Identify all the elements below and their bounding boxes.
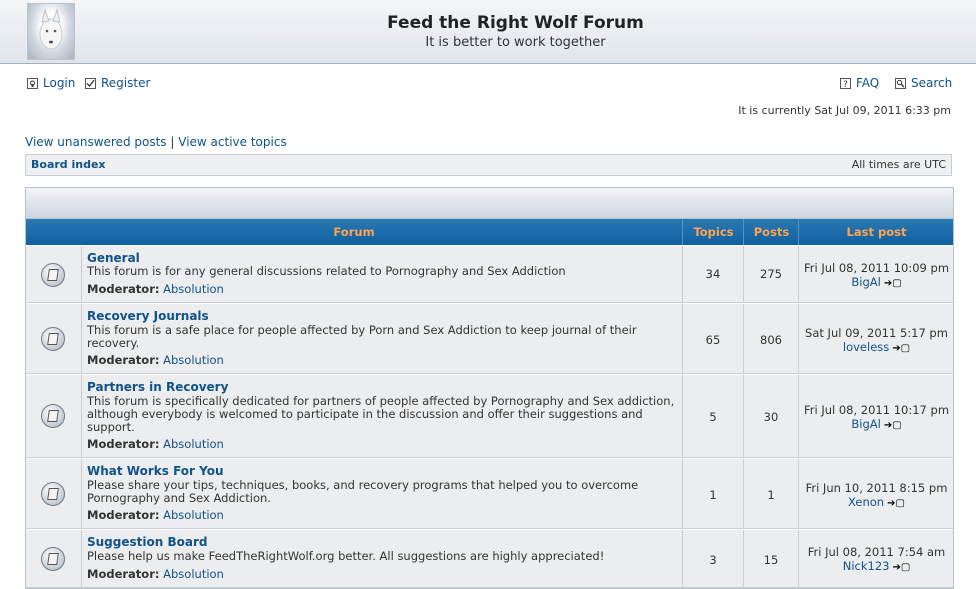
forum-title-link[interactable]: Partners in Recovery [87,380,228,394]
forum-description: Please help us make FeedTheRightWolf.org… [87,549,605,563]
current-time: It is currently Sat Jul 09, 2011 6:33 pm [738,104,951,117]
breadcrumb: Board index All times are UTC [25,154,952,176]
checkbox-icon [85,77,96,89]
board-index-link[interactable]: Board index [31,155,106,175]
forum-title-link[interactable]: What Works For You [87,464,224,478]
forum-read-icon [41,547,65,571]
last-post-user-link[interactable]: Nick123 [843,559,890,573]
topics-count: 3 [709,553,717,567]
forum-row: General This forum is for any general di… [26,245,953,303]
forum-read-icon [41,327,65,351]
last-post-date: Fri Jul 08, 2011 7:54 am [807,545,946,559]
forum-title-link[interactable]: Suggestion Board [87,535,207,549]
forum-read-icon [41,482,65,506]
posts-count: 1 [767,488,775,502]
topics-count: 1 [709,488,717,502]
login-link[interactable]: Login [27,76,75,90]
forum-title-link[interactable]: General [87,251,140,265]
col-posts-header: Posts [743,219,799,245]
view-links: View unanswered posts | View active topi… [25,135,287,149]
forum-read-icon [41,404,65,428]
register-link[interactable]: Register [85,76,150,90]
timezone-note: All times are UTC [851,158,946,171]
forum-moderator: Moderator: Absolution [87,282,224,296]
col-forum-header: Forum [333,225,375,239]
forum-title-link[interactable]: Recovery Journals [87,309,209,323]
table-header: Forum Topics Posts Last post [26,219,953,245]
site-title: Feed the Right Wolf Forum [387,13,644,33]
last-post-date: Fri Jun 10, 2011 8:15 pm [805,481,948,495]
table-caption-bar [26,188,953,219]
forum-row: Recovery Journals This forum is a safe p… [26,303,953,374]
posts-count: 15 [763,553,779,567]
help-icon: ? [840,77,851,89]
moderator-link[interactable]: Absolution [163,353,224,367]
moderator-label: Moderator: [87,567,160,581]
site-subtitle: It is better to work together [425,35,606,50]
forum-description: This forum is a safe place for people af… [87,323,637,350]
forum-moderator: Moderator: Absolution [87,437,224,451]
separator: | [170,135,175,149]
last-post-date: Sat Jul 09, 2011 5:17 pm [805,326,948,340]
goto-last-post-icon[interactable]: ➔▢ [884,420,902,431]
view-unanswered-link[interactable]: View unanswered posts [25,135,167,149]
topics-count: 34 [705,267,721,281]
moderator-link[interactable]: Absolution [163,508,224,522]
goto-last-post-icon[interactable]: ➔▢ [887,498,905,509]
topics-count: 5 [709,410,717,424]
last-post-user-link[interactable]: BigAl [851,417,880,431]
forum-description: Please share your tips, techniques, book… [87,478,639,505]
last-post-user-link[interactable]: loveless [843,340,889,354]
forum-moderator: Moderator: Absolution [87,508,224,522]
moderator-label: Moderator: [87,353,160,367]
lock-icon [27,77,38,89]
posts-count: 806 [760,333,782,347]
search-link[interactable]: Search [895,76,952,90]
posts-count: 30 [763,410,779,424]
last-post-date: Fri Jul 08, 2011 10:09 pm [803,261,950,275]
goto-last-post-icon[interactable]: ➔▢ [892,343,910,354]
forum-description: This forum is for any general discussion… [87,264,566,278]
search-label: Search [911,76,953,90]
forum-table: Forum Topics Posts Last post General Thi… [25,187,954,589]
col-lastpost-header: Last post [798,219,954,245]
moderator-link[interactable]: Absolution [163,437,224,451]
forum-moderator: Moderator: Absolution [87,353,224,367]
goto-last-post-icon[interactable]: ➔▢ [884,278,902,289]
moderator-label: Moderator: [87,282,160,296]
forum-description: This forum is specifically dedicated for… [87,394,675,434]
forum-row: Partners in Recovery This forum is speci… [26,374,953,458]
forum-read-icon [41,263,65,287]
forum-row: What Works For You Please share your tip… [26,458,953,529]
view-active-link[interactable]: View active topics [178,135,286,149]
search-icon [895,77,906,89]
moderator-label: Moderator: [87,437,160,451]
posts-count: 275 [760,267,782,281]
last-post-user-link[interactable]: Xenon [848,495,884,509]
register-label: Register [101,76,151,90]
col-topics-header: Topics [682,219,744,245]
topics-count: 65 [705,333,721,347]
faq-link[interactable]: ? FAQ [840,76,879,90]
faq-label: FAQ [856,76,880,90]
goto-last-post-icon[interactable]: ➔▢ [892,562,910,573]
login-label: Login [43,76,76,90]
last-post-date: Fri Jul 08, 2011 10:17 pm [803,403,950,417]
forum-row: Suggestion Board Please help us make Fee… [26,529,953,588]
moderator-label: Moderator: [87,508,160,522]
svg-text:?: ? [843,80,848,89]
moderator-link[interactable]: Absolution [163,567,224,581]
last-post-user-link[interactable]: BigAl [851,275,880,289]
moderator-link[interactable]: Absolution [163,282,224,296]
site-header: Feed the Right Wolf Forum It is better t… [0,0,976,64]
forum-moderator: Moderator: Absolution [87,567,224,581]
